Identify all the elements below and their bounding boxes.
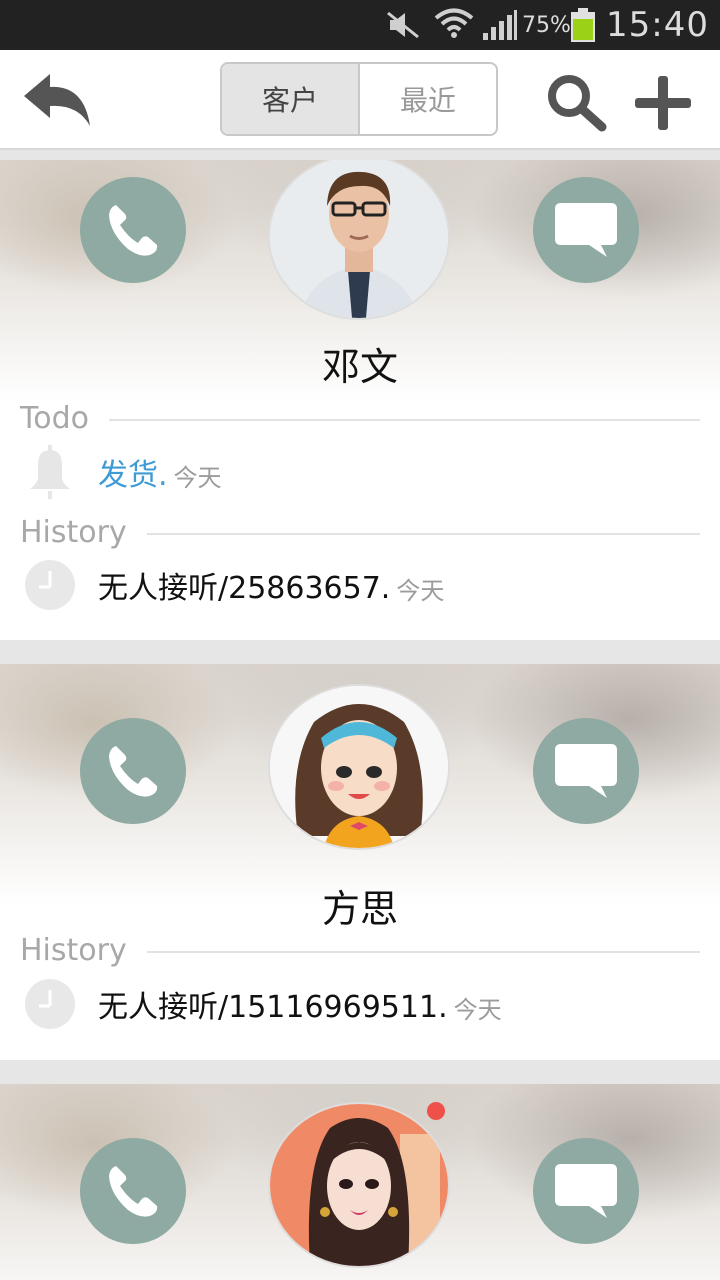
history-item[interactable]: 无人接听/25863657. 今天 <box>20 557 700 613</box>
chat-bubble-icon <box>555 1164 617 1218</box>
signal-icon <box>482 0 518 50</box>
clock-icon <box>20 557 80 613</box>
call-button[interactable] <box>80 177 186 283</box>
clock-time: 15:40 <box>606 5 709 45</box>
unread-dot <box>427 1102 445 1120</box>
top-bar: 客户 最近 <box>0 50 720 150</box>
section-title: Todo <box>20 400 89 436</box>
contact-name: 邓文 <box>321 345 398 389</box>
history-text: 无人接听/25863657. <box>98 571 391 606</box>
search-button[interactable] <box>544 72 608 132</box>
avatar[interactable] <box>270 160 448 318</box>
battery-percent: 75% <box>522 12 571 38</box>
section-title: History <box>20 932 127 968</box>
bell-icon <box>20 444 80 500</box>
todo-item[interactable]: 发货. 今天 <box>20 444 700 500</box>
card-header <box>0 664 720 904</box>
status-bar: 75% 15:40 <box>0 0 720 50</box>
phone-icon <box>109 205 158 256</box>
mute-icon <box>386 0 422 50</box>
history-section-header: History <box>20 930 700 970</box>
section-title: History <box>20 514 127 550</box>
back-button[interactable] <box>20 70 96 130</box>
divider <box>146 951 700 953</box>
add-button[interactable] <box>632 74 694 132</box>
todo-text[interactable]: 发货. <box>98 450 168 494</box>
message-button[interactable] <box>533 177 639 283</box>
back-icon <box>24 74 90 126</box>
divider <box>146 533 700 535</box>
call-button[interactable] <box>80 718 186 824</box>
cartoon-woman-avatar <box>270 1104 448 1266</box>
card-header <box>0 1084 720 1280</box>
battery-icon <box>570 0 596 50</box>
avatar[interactable] <box>270 1104 448 1266</box>
phone-icon <box>109 1166 158 1217</box>
call-button[interactable] <box>80 1138 186 1244</box>
tab-customers[interactable]: 客户 <box>222 64 360 134</box>
plus-icon <box>635 76 691 130</box>
avatar[interactable] <box>270 686 448 848</box>
history-time: 今天 <box>453 995 502 1024</box>
contact-card[interactable] <box>0 1084 720 1280</box>
wifi-icon <box>434 0 474 50</box>
history-time: 今天 <box>396 576 445 605</box>
clock-icon <box>20 976 80 1032</box>
todo-time: 今天 <box>173 463 222 492</box>
divider <box>108 419 700 421</box>
history-section-header: History <box>20 512 700 552</box>
history-item[interactable]: 无人接听/15116969511. 今天 <box>20 976 700 1032</box>
todo-section-header: Todo <box>20 398 700 438</box>
tab-recent[interactable]: 最近 <box>360 64 496 134</box>
contact-card[interactable]: 方思 History 无人接听/15116969511. 今天 <box>0 664 720 1060</box>
search-icon <box>548 75 607 132</box>
segmented-control: 客户 最近 <box>220 62 498 136</box>
contact-card[interactable]: 邓文 Todo 发货. 今天 History 无人接听/25863657. 今天 <box>0 160 720 640</box>
chat-bubble-icon <box>555 203 617 257</box>
history-text: 无人接听/15116969511. <box>98 990 448 1025</box>
message-button[interactable] <box>533 718 639 824</box>
man-with-glasses-avatar <box>270 160 448 318</box>
message-button[interactable] <box>533 1138 639 1244</box>
chat-bubble-icon <box>555 744 617 798</box>
phone-icon <box>109 746 158 797</box>
contact-name: 方思 <box>321 887 398 931</box>
cartoon-girl-headband-avatar <box>270 686 448 848</box>
